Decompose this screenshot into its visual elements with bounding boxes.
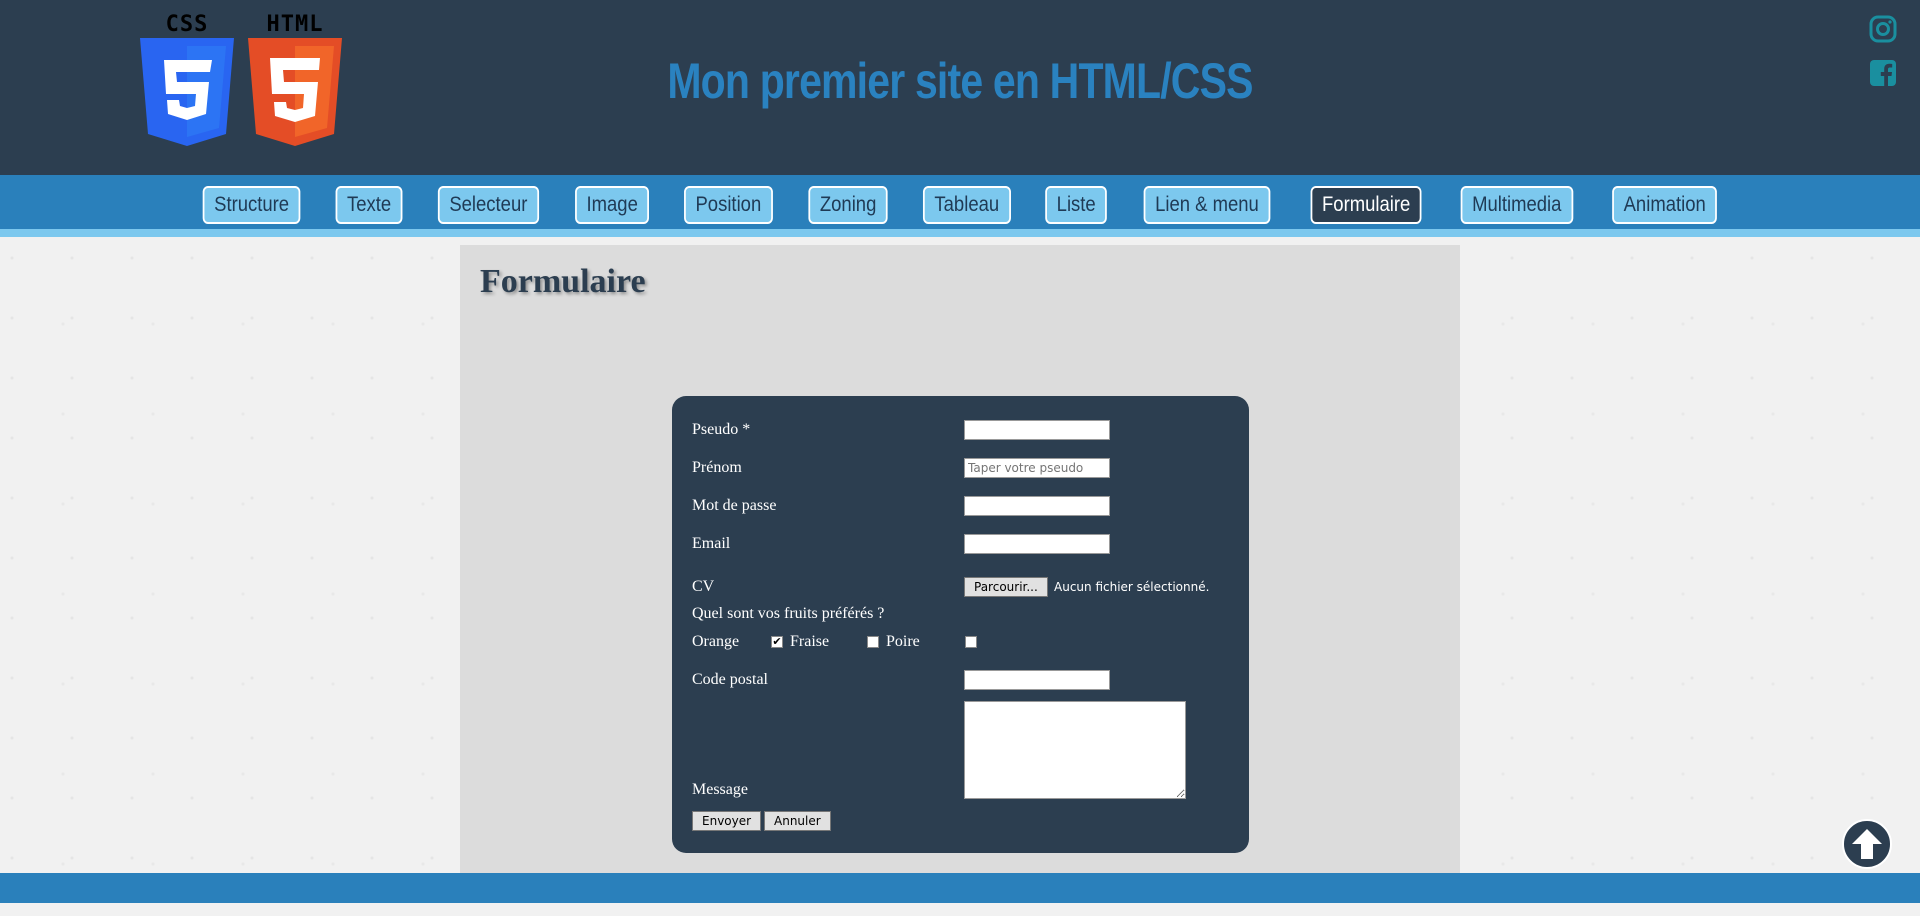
- file-status: Aucun fichier sélectionné.: [1054, 580, 1210, 594]
- pseudo-input[interactable]: [964, 420, 1110, 440]
- fruit-fraise-checkbox[interactable]: [867, 636, 879, 648]
- social-links: [1868, 14, 1898, 102]
- message-textarea[interactable]: [964, 701, 1186, 799]
- nav-item-structure[interactable]: Structure: [202, 186, 301, 224]
- nav-item-liste[interactable]: Liste: [1044, 186, 1107, 224]
- fruit-poire-label: Poire: [886, 633, 920, 650]
- site-title: Mon premier site en HTML/CSS: [667, 53, 1253, 109]
- css3-logo-icon: CSS: [140, 14, 234, 146]
- fruit-orange-checkbox[interactable]: ✔: [771, 636, 783, 648]
- instagram-icon[interactable]: [1868, 14, 1898, 44]
- submit-button[interactable]: Envoyer: [692, 811, 762, 831]
- site-footer: [0, 873, 1920, 903]
- email-input[interactable]: [964, 534, 1110, 554]
- facebook-icon[interactable]: [1868, 58, 1898, 88]
- email-label: Email: [692, 535, 731, 552]
- arrow-up-circle-icon[interactable]: [1842, 819, 1892, 869]
- nav-item-multimedia[interactable]: Multimedia: [1460, 186, 1574, 224]
- nav-item-image[interactable]: Image: [574, 186, 650, 224]
- cancel-button[interactable]: Annuler: [764, 811, 831, 831]
- fruit-fraise-label: Fraise: [790, 633, 830, 650]
- main-nav: Structure Texte Selecteur Image Position…: [0, 175, 1920, 237]
- main-content: Formulaire Pseudo * Prénom Mot de passe …: [460, 245, 1460, 873]
- fruit-poire-checkbox[interactable]: [965, 636, 977, 648]
- file-browse-button[interactable]: Parcourir...: [964, 577, 1048, 597]
- css-logo-label: CSS: [165, 12, 209, 37]
- message-label: Message: [692, 781, 748, 798]
- nav-item-zoning[interactable]: Zoning: [808, 186, 888, 224]
- nav-item-texte[interactable]: Texte: [335, 186, 403, 224]
- html5-logo-icon: HTML: [248, 14, 342, 146]
- nav-item-position[interactable]: Position: [684, 186, 773, 224]
- contact-form: Pseudo * Prénom Mot de passe Email CV Pa…: [672, 396, 1249, 853]
- html-logo-label: HTML: [266, 12, 324, 37]
- fruit-orange-label: Orange: [692, 633, 740, 650]
- prenom-input[interactable]: [964, 458, 1110, 478]
- nav-item-tableau[interactable]: Tableau: [923, 186, 1011, 224]
- nav-item-lien-menu[interactable]: Lien & menu: [1143, 186, 1271, 224]
- logo-group: CSS HTML: [140, 14, 342, 146]
- nav-item-animation[interactable]: Animation: [1612, 186, 1718, 224]
- password-input[interactable]: [964, 496, 1110, 516]
- nav-item-formulaire[interactable]: Formulaire: [1310, 186, 1422, 224]
- fruits-question: Quel sont vos fruits préférés ?: [692, 605, 885, 622]
- nav-item-selecteur[interactable]: Selecteur: [437, 186, 539, 224]
- site-header: CSS HTML Mon premier site en HTML/CSS: [0, 0, 1920, 175]
- nav-list: Structure Texte Selecteur Image Position…: [0, 186, 1920, 224]
- password-label: Mot de passe: [692, 497, 777, 514]
- pseudo-label: Pseudo *: [692, 421, 751, 438]
- postal-code-input[interactable]: [964, 670, 1110, 690]
- cv-label: CV: [692, 578, 715, 595]
- postal-label: Code postal: [692, 671, 768, 688]
- prenom-label: Prénom: [692, 459, 742, 476]
- page-title: Formulaire: [480, 263, 646, 300]
